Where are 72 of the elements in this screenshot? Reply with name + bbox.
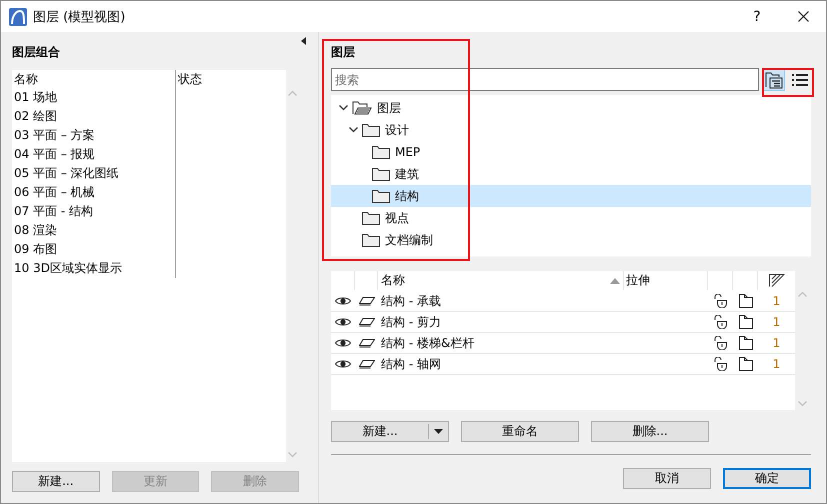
list-item[interactable]: 09 布图 [12,240,176,259]
collapse-icon[interactable] [301,37,306,45]
layer-button[interactable]: 重命名 [461,421,579,442]
eye-icon[interactable] [335,317,351,327]
list-item[interactable]: 04 平面 – 报规 [12,145,176,164]
panel-title: 图层 [331,44,356,60]
table-cell-text: 1 [772,314,782,331]
folder-icon [362,123,380,137]
panel-title: 图层组合 [12,44,61,60]
tree-item[interactable]: 图层 [331,97,811,119]
annotation-frame [762,68,814,97]
close-icon[interactable] [798,11,808,22]
combination-button[interactable]: 新建... [12,471,100,492]
list-item[interactable]: 02 绘图 [12,107,176,126]
document-icon[interactable] [738,315,752,329]
folder-icon [372,145,390,159]
layer-plane-icon[interactable] [358,317,374,327]
eye-icon[interactable] [335,359,351,369]
tree-item[interactable]: 设计 [331,119,811,141]
list-item[interactable]: 10 3D区域实体显示 [12,259,176,278]
unlocked-icon[interactable] [714,336,728,350]
table-cell-text: 结构 - 楼梯&栏杆 [380,334,476,352]
chevron-down-icon[interactable] [339,105,348,111]
list-item[interactable]: 01 场地 [12,88,176,107]
list-item[interactable]: 08 渲染 [12,221,176,240]
window-title: 图层 (模型视图) [33,8,126,26]
dialog-button[interactable]: 确定 [723,468,811,489]
search-field[interactable]: 搜索 [331,68,759,91]
app-icon [9,8,27,26]
sort-ascending-icon [610,278,620,284]
document-icon[interactable] [738,294,752,308]
layers-folder-icon [352,100,372,116]
table-cell-text: 1 [772,335,782,352]
table-cell-text: 结构 - 承载 [380,292,442,310]
tree-item[interactable]: MEP [331,141,811,163]
list-item[interactable]: 03 平面 – 方案 [12,126,176,145]
eye-icon[interactable] [335,296,351,306]
eye-icon[interactable] [335,338,351,348]
document-icon[interactable] [738,336,752,350]
help-button[interactable]: ? [734,8,780,24]
tree-item[interactable]: 建筑 [331,163,811,185]
dialog-button[interactable]: 取消 [623,468,711,489]
dropdown-icon[interactable] [434,429,443,434]
column-header[interactable]: 名称 [378,271,624,290]
tree-item[interactable]: 视点 [331,207,811,229]
layer-plane-icon[interactable] [358,338,374,348]
unlocked-icon[interactable] [714,357,728,371]
list-item[interactable]: 05 平面 – 深化图纸 [12,164,176,183]
column-header[interactable]: 拉伸 [624,271,708,290]
table-cell-text: 结构 - 轴网 [380,356,442,372]
folder-icon [362,233,380,247]
layer-button[interactable]: 删除... [591,421,709,442]
folder-icon [362,211,380,225]
list-item[interactable]: 07 平面 - 结构 [12,202,176,221]
chevron-down-icon[interactable] [349,127,358,133]
table-cell-text: 结构 - 剪力 [380,314,442,330]
column-header[interactable]: 名称 [12,70,176,88]
column-header[interactable]: 状态 [176,70,202,88]
list-item[interactable]: 06 平面 – 机械 [12,183,176,202]
layer-plane-icon[interactable] [358,296,374,306]
table-cell-text: 1 [772,293,782,310]
folder-icon [372,189,390,203]
layer-plane-icon[interactable] [358,359,374,369]
document-icon[interactable] [738,357,752,371]
tree-item[interactable]: 结构 [331,185,811,207]
tree-item[interactable]: 文档编制 [331,229,811,251]
hatch-icon[interactable] [768,274,784,287]
unlocked-icon[interactable] [714,294,728,308]
unlocked-icon[interactable] [714,315,728,329]
table-cell-text: 1 [772,356,782,373]
folder-icon [372,167,390,181]
new-split-button[interactable]: 新建... [331,421,449,442]
